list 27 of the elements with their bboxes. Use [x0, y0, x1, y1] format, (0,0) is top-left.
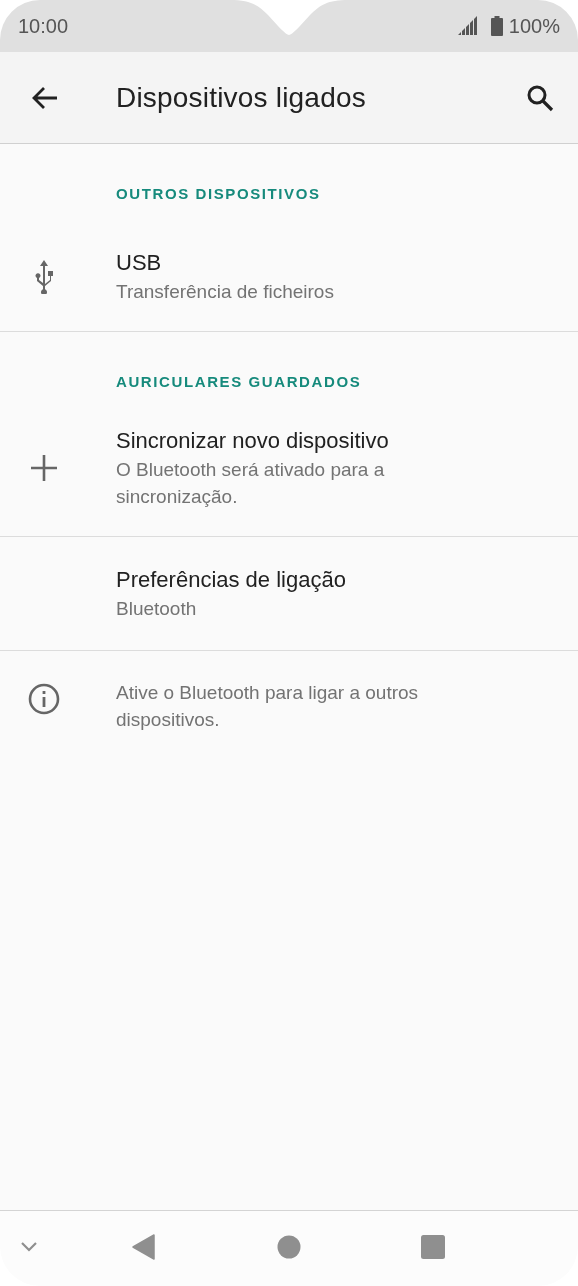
back-arrow-icon	[31, 85, 59, 110]
item-title: USB	[116, 249, 163, 277]
plus-icon	[31, 455, 57, 481]
recents-square-icon	[421, 1235, 445, 1259]
home-circle-icon	[277, 1235, 301, 1259]
info-text: Ative o Bluetooth para ligar a outros dispositivos.	[116, 681, 420, 732]
battery-percentage: 100%	[508, 14, 560, 38]
item-title: Sincronizar novo dispositivo	[116, 427, 390, 455]
section-header: OUTROS DISPOSITIVOS	[115, 184, 322, 204]
clock-time: 10:00	[18, 14, 69, 38]
section-header: AURICULARES GUARDADOS	[0, 331, 578, 408]
back-triangle-icon	[132, 1234, 156, 1260]
settings-item[interactable]: Preferências de ligação Bluetooth	[0, 536, 578, 650]
battery-icon	[490, 16, 503, 36]
settings-item[interactable]: USB Transferência de ficheiros	[0, 230, 578, 331]
signal-icon	[456, 16, 479, 36]
chevron-down-icon	[20, 1241, 38, 1253]
collapse-button[interactable]	[20, 1241, 38, 1253]
info-icon	[28, 683, 60, 715]
item-subtitle: O Bluetooth será ativado para a sincronização.	[116, 458, 386, 509]
item-title: Preferências de ligação	[116, 566, 347, 594]
settings-item[interactable]: Sincronizar novo dispositivo O Bluetooth será ativado para a sincronização.	[0, 408, 578, 536]
item-subtitle: Transferência de ficheiros	[116, 280, 335, 304]
screen-title: Dispositivos ligados	[116, 81, 367, 114]
home-button[interactable]	[277, 1235, 301, 1259]
item-subtitle: Bluetooth	[116, 597, 198, 621]
search-icon	[526, 83, 554, 112]
